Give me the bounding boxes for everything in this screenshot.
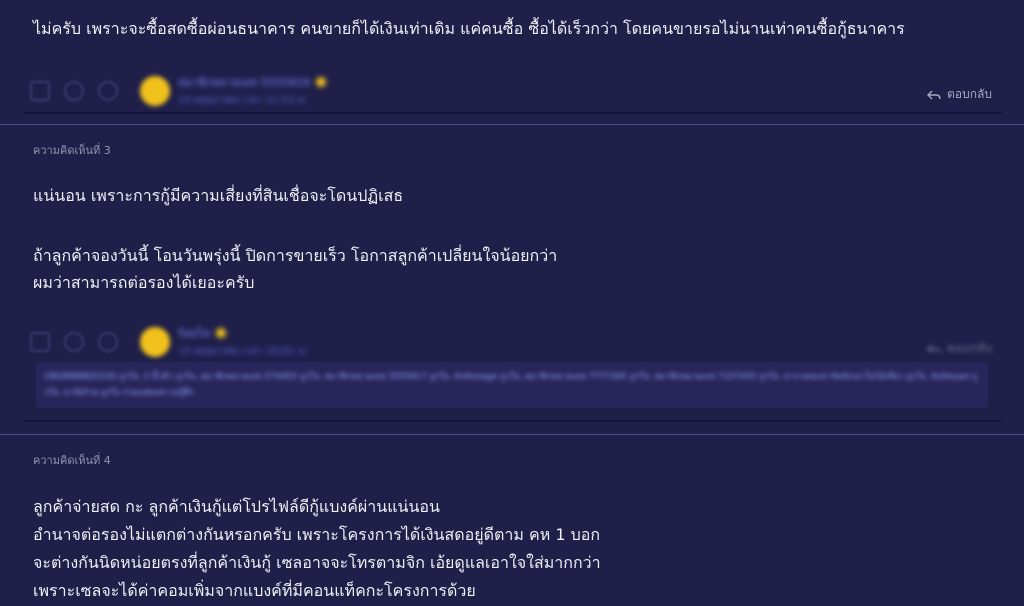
author-timestamp: 15 พฤษภาคม เวลา 11:53 น. xyxy=(178,95,308,106)
comment-divider xyxy=(0,434,1024,435)
vote-up-icon[interactable] xyxy=(30,80,50,101)
author-block: สมาชิกหมายเลข 5555919 15 พฤษภาคม เวลา 11… xyxy=(178,73,326,108)
avatar[interactable] xyxy=(140,326,170,357)
reply-button[interactable]: ตอบกลับ xyxy=(927,85,992,104)
emoji-icon[interactable] xyxy=(64,331,84,352)
reactions-text: CBG8988820330 ถูกใจ, 2 นิ้วห้า ถูกใจ, สม… xyxy=(44,372,978,398)
thread-page: ไม่ครับ เพราะจะซื้อสดซื้อผ่อนธนาคาร คนขา… xyxy=(0,0,1024,606)
comment-4-line-2: อำนาจต่อรองไม่แตกต่างกันหรอกครับ เพราะโค… xyxy=(33,525,601,544)
comment-footer-bar xyxy=(24,420,1002,422)
reply-button[interactable]: ตอบกลับ xyxy=(927,339,992,358)
comment-3-line-4: ผมว่าสามารถต่อรองได้เยอะครับ xyxy=(33,273,255,292)
comment-3-line-1: แน่นอน เพราะการกู้มีความเสี่ยงที่สินเชื่… xyxy=(33,186,404,205)
more-icon[interactable] xyxy=(98,331,118,352)
author-name[interactable]: สมาชิกหมายเลข 5555919 xyxy=(178,73,310,91)
comment-divider xyxy=(0,124,1024,125)
more-icon[interactable] xyxy=(98,80,118,101)
comment-4-line-1: ลูกค้าจ่ายสด กะ ลูกค้าเงินกู้แต่โปรไฟล์ด… xyxy=(33,497,440,516)
comment-4-line-3: จะต่างกันนิดหน่อยตรงที่ลูกค้าเงินกู้ เซล… xyxy=(33,553,601,572)
comment-meta: สมาชิกหมายเลข 5555919 15 พฤษภาคม เวลา 11… xyxy=(30,73,326,108)
comment-footer-bar xyxy=(24,112,1002,114)
avatar[interactable] xyxy=(140,75,170,106)
author-timestamp: 15 พฤษภาคม เวลา 10:01 น. xyxy=(178,346,308,357)
reactions-box: CBG8988820330 ถูกใจ, 2 นิ้วห้า ถูกใจ, สม… xyxy=(36,362,988,408)
comment-top: ไม่ครับ เพราะจะซื้อสดซื้อผ่อนธนาคาร คนขา… xyxy=(0,0,1024,118)
vote-up-icon[interactable] xyxy=(30,331,50,352)
reply-arrow-icon xyxy=(927,90,941,99)
comment-4-line-4: เพราะเซลจะได้ค่าคอมเพิ่มจากแบงค์ที่มีคอน… xyxy=(33,581,476,600)
comment-body: ไม่ครับ เพราะจะซื้อสดซื้อผ่อนธนาคาร คนขา… xyxy=(33,19,905,38)
comment-3-meta: ร้อยโท 15 พฤษภาคม เวลา 10:01 น. xyxy=(30,324,308,359)
author-name[interactable]: ร้อยโท xyxy=(178,324,210,342)
comment-number-label: ความคิดเห็นที่ 3 xyxy=(33,144,111,157)
comment-3-line-3: ถ้าลูกค้าจองวันนี้ โอนวันพรุ่งนี้ ปิดการ… xyxy=(33,246,558,265)
comment-number-label: ความคิดเห็นที่ 4 xyxy=(33,454,111,467)
emoji-icon[interactable] xyxy=(64,80,84,101)
author-block: ร้อยโท 15 พฤษภาคม เวลา 10:01 น. xyxy=(178,324,308,359)
star-badge-icon xyxy=(216,328,227,338)
reply-label: ตอบกลับ xyxy=(947,341,992,355)
reply-arrow-icon xyxy=(927,344,941,353)
star-badge-icon xyxy=(315,77,326,87)
reply-label: ตอบกลับ xyxy=(947,87,992,101)
